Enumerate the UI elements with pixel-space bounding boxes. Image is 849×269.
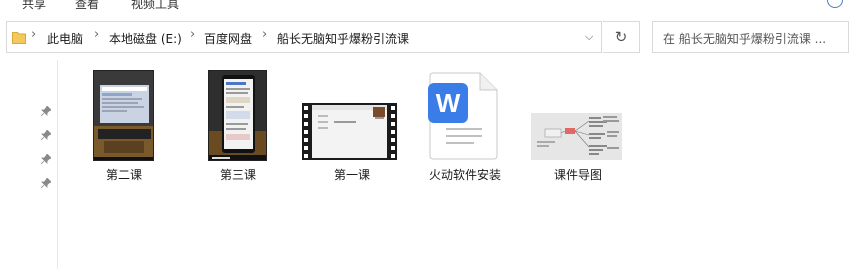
- breadcrumb-baidu-netdisk[interactable]: 百度网盘: [204, 30, 252, 47]
- file-item-courseware-mindmap[interactable]: 课件导图: [528, 66, 628, 186]
- ribbon-tab-video-tools[interactable]: 视频工具: [131, 0, 179, 12]
- pin-icon: [41, 106, 51, 116]
- file-name: 课件导图: [553, 168, 602, 182]
- search-input[interactable]: 在 船长无脑知乎爆粉引流课 ...: [663, 30, 826, 47]
- ribbon: 共享 查看 视频工具: [0, 0, 849, 12]
- file-name: 第二课: [105, 168, 142, 182]
- address-bar-row: › 此电脑 › 本地磁盘 (E:) › 百度网盘 › 船长无脑知乎爆粉引流课 ⌵…: [0, 21, 849, 54]
- pin-icon: [41, 178, 51, 188]
- breadcrumb-this-pc[interactable]: 此电脑: [47, 30, 83, 47]
- breadcrumb-separator-icon[interactable]: ›: [94, 27, 99, 42]
- navigation-pane: [0, 60, 58, 269]
- folder-icon: [12, 32, 26, 44]
- wps-document-icon: W: [428, 72, 498, 160]
- breadcrumb-current-folder[interactable]: 船长无脑知乎爆粉引流课: [277, 30, 409, 47]
- breadcrumb-local-disk[interactable]: 本地磁盘 (E:): [109, 30, 182, 47]
- file-name: 第三课: [219, 168, 256, 182]
- search-box[interactable]: 在 船长无脑知乎爆粉引流课 ...: [652, 21, 849, 53]
- pin-icon: [41, 130, 51, 140]
- file-name: 第一课: [333, 168, 370, 182]
- image-thumbnail: [531, 113, 622, 160]
- video-thumbnail: [208, 70, 267, 161]
- video-thumbnail: [302, 103, 397, 160]
- video-thumbnail: [93, 70, 154, 161]
- ribbon-tab-view[interactable]: 查看: [75, 0, 99, 12]
- breadcrumb-separator-icon[interactable]: ›: [190, 27, 195, 42]
- file-name: 火动软件安装: [428, 168, 501, 182]
- breadcrumb-separator-icon[interactable]: ›: [262, 27, 267, 42]
- file-item-huodong-install[interactable]: W 火动软件安装: [415, 66, 515, 186]
- address-bar[interactable]: › 此电脑 › 本地磁盘 (E:) › 百度网盘 › 船长无脑知乎爆粉引流课 ⌵: [6, 21, 602, 53]
- file-item-lesson-3[interactable]: 第三课: [188, 66, 288, 186]
- refresh-icon: ↻: [614, 28, 628, 46]
- ribbon-tab-share[interactable]: 共享: [22, 0, 46, 12]
- file-item-lesson-2[interactable]: 第二课: [74, 66, 174, 186]
- breadcrumb-separator-icon[interactable]: ›: [31, 27, 36, 42]
- pin-icon: [41, 154, 51, 164]
- refresh-button[interactable]: ↻: [603, 21, 640, 53]
- help-icon[interactable]: [827, 0, 843, 8]
- chevron-down-icon[interactable]: ⌵: [585, 30, 593, 44]
- file-item-lesson-1[interactable]: 第一课: [302, 66, 402, 186]
- svg-text:W: W: [436, 88, 461, 118]
